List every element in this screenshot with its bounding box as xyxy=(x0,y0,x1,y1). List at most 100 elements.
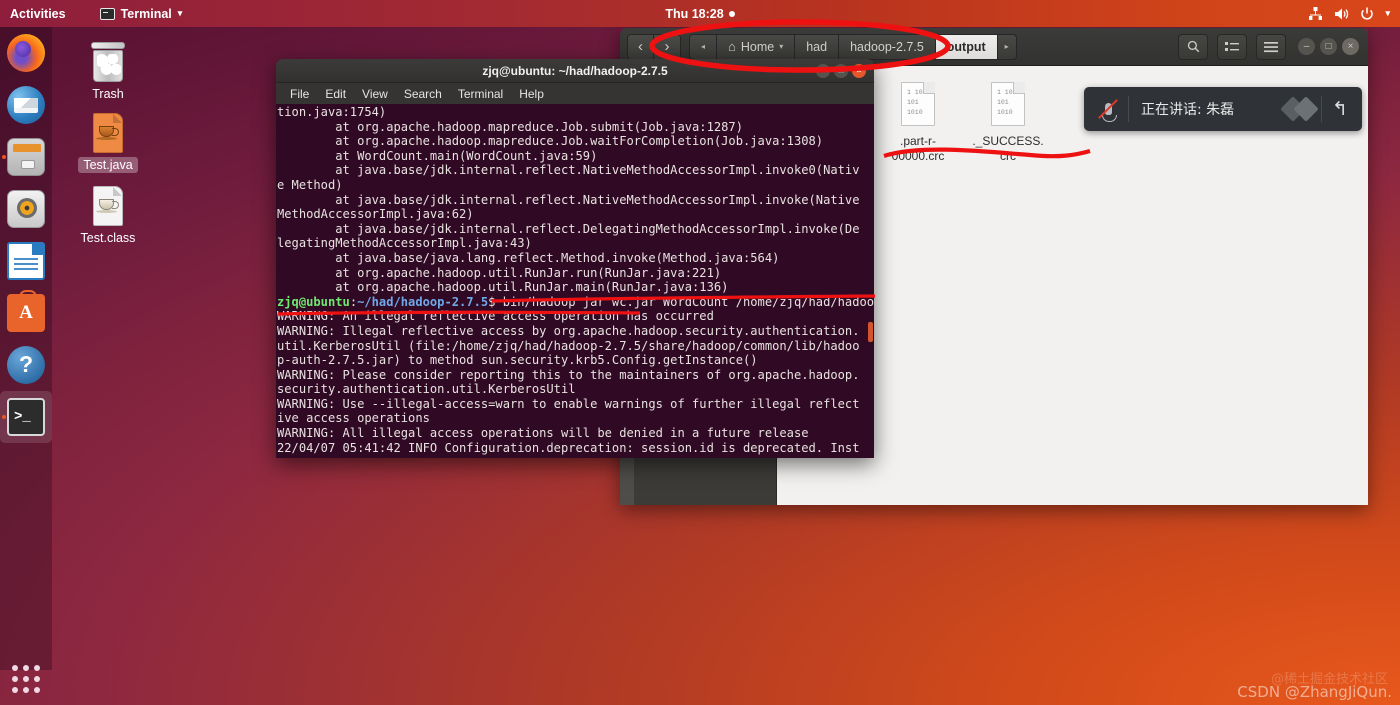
menu-icon[interactable] xyxy=(1256,33,1286,60)
desktop-icon-trash[interactable]: Trash xyxy=(66,32,150,102)
show-applications-button[interactable] xyxy=(0,653,52,705)
java-class-file-icon xyxy=(66,176,150,226)
breadcrumb-label: Home xyxy=(740,39,775,54)
breadcrumb-next-button[interactable]: ▸ xyxy=(997,33,1017,60)
menu-item-help[interactable]: Help xyxy=(519,87,544,101)
desktop-icon-label: Test.java xyxy=(78,157,138,173)
terminal-screen[interactable]: tion.java:1754) at org.apache.hadoop.map… xyxy=(276,104,874,458)
power-icon xyxy=(1361,7,1374,20)
binary-sample-text: 1 10 101 1010 xyxy=(901,82,935,126)
dock-item-rhythmbox[interactable] xyxy=(0,183,52,235)
desktop-icon-label: Test.class xyxy=(80,231,136,245)
up-chevron-icon: ◂ xyxy=(701,42,706,51)
terminal-title-bar: zjq@ubuntu: ~/had/hadoop-2.7.5 – □ × xyxy=(276,59,874,83)
rhythmbox-icon xyxy=(7,190,45,228)
maximize-button[interactable]: □ xyxy=(1320,38,1337,55)
terminal-title: zjq@ubuntu: ~/had/hadoop-2.7.5 xyxy=(482,63,668,78)
menu-item-edit[interactable]: Edit xyxy=(325,87,346,101)
dock-item-thunderbird[interactable] xyxy=(0,79,52,131)
dock-item-terminal[interactable] xyxy=(0,391,52,443)
terminal-icon xyxy=(7,398,45,436)
help-icon xyxy=(7,346,45,384)
maximize-button[interactable]: □ xyxy=(834,63,848,78)
binary-file-icon: 1 10 101 1010 xyxy=(873,82,963,134)
view-options-icon[interactable] xyxy=(1217,33,1247,60)
binary-file-icon: 1 10 101 1010 xyxy=(963,82,1053,134)
forward-button[interactable]: › xyxy=(654,33,681,60)
prompt-path: ~/had/hadoop-2.7.5 xyxy=(357,294,489,309)
running-indicator-icon xyxy=(2,415,6,419)
menu-item-terminal[interactable]: Terminal xyxy=(458,87,503,101)
voice-chat-overlay[interactable]: 正在讲话: 朱磊 ↰ xyxy=(1084,87,1362,131)
minimize-button[interactable]: – xyxy=(1298,38,1315,55)
breadcrumb-item-home[interactable]: ⌂ Home ▾ xyxy=(717,33,796,60)
terminal-scrollbar[interactable] xyxy=(868,322,873,342)
terminal-output: WARNING: An illegal reflective access op… xyxy=(277,309,860,455)
network-icon xyxy=(1309,6,1323,20)
dock-item-help[interactable] xyxy=(0,339,52,391)
java-source-file-icon xyxy=(66,103,150,153)
desktop-icon-test-class[interactable]: Test.class xyxy=(66,176,150,246)
menu-item-view[interactable]: View xyxy=(362,87,388,101)
chevron-right-icon: ▸ xyxy=(1004,42,1009,51)
dock-item-firefox[interactable] xyxy=(0,27,52,79)
microphone-muted-icon[interactable] xyxy=(1088,99,1128,122)
breadcrumb-label: had xyxy=(806,39,828,54)
app-grid-icon xyxy=(12,665,40,693)
window-controls: – □ × xyxy=(1298,38,1359,55)
speaking-status-label: 正在讲话: 朱磊 xyxy=(1141,102,1235,118)
gnome-top-bar: Activities Terminal ▾ Thu 18:28 ▾ xyxy=(0,0,1400,27)
breadcrumb: ◂ ⌂ Home ▾ had hadoop-2.7.5 output ▸ xyxy=(689,33,1017,60)
terminal-menu-bar: File Edit View Search Terminal Help xyxy=(276,83,874,104)
notification-dot-icon xyxy=(728,10,735,17)
breadcrumb-label: hadoop-2.7.5 xyxy=(850,39,924,54)
prompt-user: zjq@ubuntu xyxy=(277,294,350,309)
terminal-scrollback: tion.java:1754) at org.apache.hadoop.map… xyxy=(277,105,860,295)
back-button[interactable]: ‹ xyxy=(627,33,654,60)
dock-item-writer[interactable] xyxy=(0,235,52,287)
terminal-command: bin/hadoop jar wc.jar WordCount /home/zj… xyxy=(502,294,874,309)
desktop-icon-test-java[interactable]: Test.java xyxy=(66,103,150,173)
file-item-success-crc[interactable]: 1 10 101 1010 ._SUCCESS. crc xyxy=(963,80,1053,164)
libreoffice-writer-icon xyxy=(7,242,45,280)
launcher-dock xyxy=(0,27,52,670)
file-item-label: ._SUCCESS. crc xyxy=(972,134,1044,163)
breadcrumb-item-output[interactable]: output xyxy=(935,33,998,60)
header-bar-actions: – □ × xyxy=(1178,33,1361,60)
close-button[interactable]: × xyxy=(1342,38,1359,55)
binary-sample-text: 1 10 101 1010 xyxy=(991,82,1025,126)
chevron-down-icon: ▾ xyxy=(779,42,784,51)
menu-item-search[interactable]: Search xyxy=(404,87,442,101)
menu-item-file[interactable]: File xyxy=(290,87,309,101)
window-controls: – □ × xyxy=(816,63,866,78)
minimize-button[interactable]: – xyxy=(816,63,830,78)
close-button[interactable]: × xyxy=(852,63,866,78)
trash-icon xyxy=(66,32,150,82)
volume-icon xyxy=(1335,8,1349,19)
chevron-down-icon: ▾ xyxy=(1385,8,1390,18)
system-status-area[interactable]: ▾ xyxy=(1308,6,1390,21)
navigation-buttons: ‹ › xyxy=(627,33,681,60)
watermark-author: CSDN @ZhangJiQun. xyxy=(1237,683,1392,701)
home-icon: ⌂ xyxy=(728,39,736,54)
dock-item-files[interactable] xyxy=(0,131,52,183)
breadcrumb-item-hadoop[interactable]: hadoop-2.7.5 xyxy=(839,33,936,60)
search-icon[interactable] xyxy=(1178,33,1208,60)
running-indicator-icon xyxy=(2,155,6,159)
clock-label: Thu 18:28 xyxy=(665,6,724,21)
desktop-icon-label: Trash xyxy=(92,87,124,101)
dock-item-software[interactable] xyxy=(0,287,52,339)
breadcrumb-label: output xyxy=(946,39,986,54)
reply-arrow-icon[interactable]: ↰ xyxy=(1322,98,1358,121)
file-item-part-r-00000-crc[interactable]: 1 10 101 1010 .part-r- 00000.crc xyxy=(873,80,963,164)
audio-level-icon xyxy=(1280,96,1319,122)
file-item-label: .part-r- 00000.crc xyxy=(891,134,945,163)
breadcrumb-up-button[interactable]: ◂ xyxy=(689,33,718,60)
ubuntu-software-icon xyxy=(7,290,45,332)
thunderbird-icon xyxy=(7,86,45,124)
breadcrumb-item-had[interactable]: had xyxy=(795,33,840,60)
files-icon xyxy=(7,138,45,176)
terminal-window: zjq@ubuntu: ~/had/hadoop-2.7.5 – □ × Fil… xyxy=(276,59,874,458)
firefox-icon xyxy=(7,34,45,72)
clock-button[interactable]: Thu 18:28 xyxy=(0,7,1400,21)
